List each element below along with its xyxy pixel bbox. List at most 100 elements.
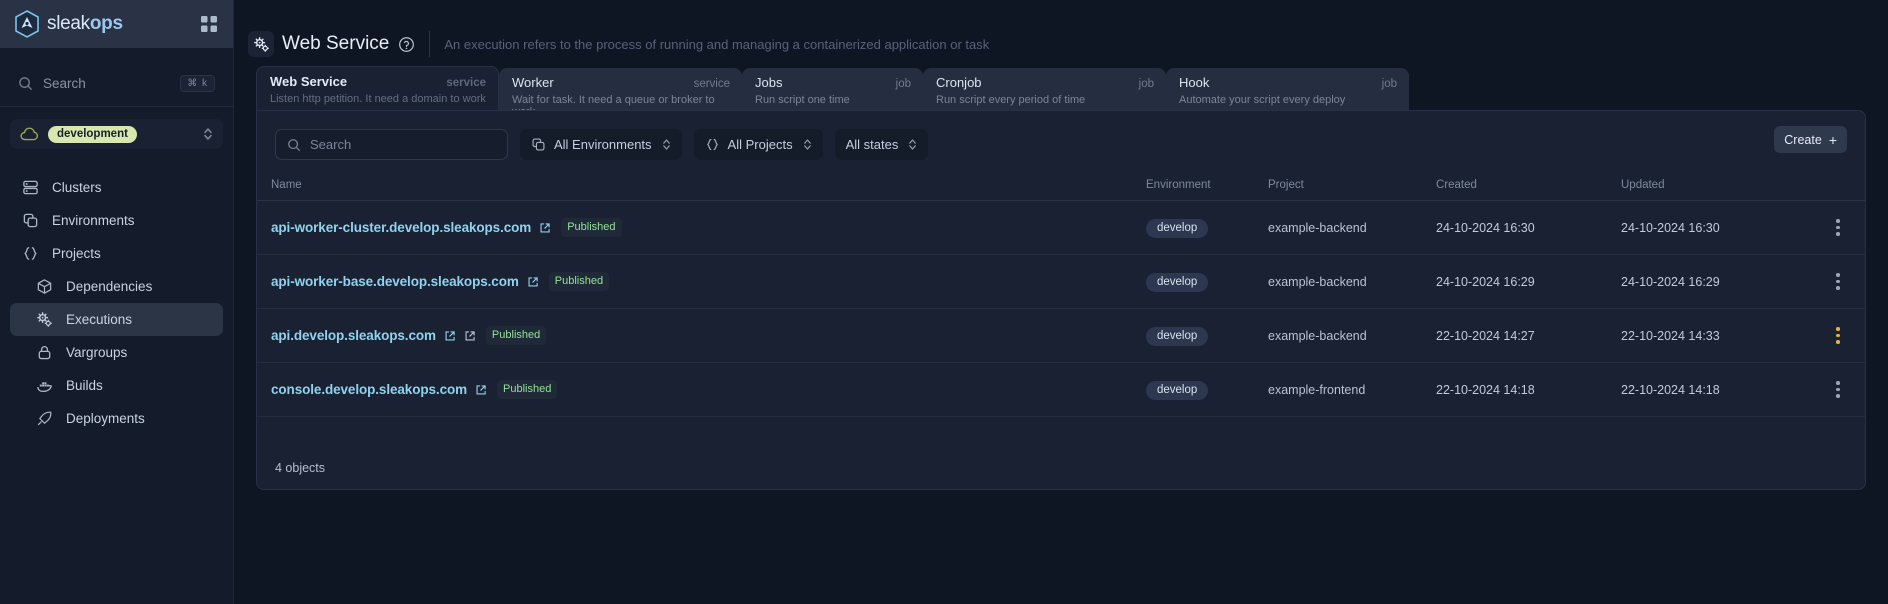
- status-badge: Published: [485, 326, 547, 345]
- search-icon: [19, 77, 33, 91]
- environments-filter[interactable]: All Environments: [520, 129, 682, 160]
- table-row[interactable]: api.develop.sleakops.com Published devel…: [257, 308, 1865, 363]
- dot: [1836, 273, 1840, 277]
- sidebar-item-label: Dependencies: [66, 279, 153, 294]
- row-name-cell: api-worker-base.develop.sleakops.com Pub…: [271, 272, 1146, 291]
- column-header-created: Created: [1436, 179, 1621, 201]
- tab-description: Run script one time: [755, 94, 850, 106]
- execution-type-tabs: Web Service service Listen http petition…: [234, 66, 1888, 118]
- sidebar-item-label: Environments: [52, 213, 135, 228]
- tab-description: Listen http petition. It need a domain t…: [270, 93, 486, 105]
- page-subtitle: An execution refers to the process of ru…: [444, 36, 990, 52]
- row-menu-button[interactable]: [1811, 219, 1865, 236]
- dot: [1836, 279, 1840, 284]
- lock-icon: [38, 346, 51, 360]
- row-menu-button[interactable]: [1811, 273, 1865, 290]
- tab-label: Web Service: [270, 74, 348, 89]
- sidebar-item-label: Executions: [66, 312, 133, 327]
- dot: [1836, 387, 1840, 392]
- execution-link[interactable]: console.develop.sleakops.com: [271, 382, 467, 397]
- updated-cell: 24-10-2024 16:30: [1621, 200, 1811, 255]
- column-header-project: Project: [1268, 179, 1436, 201]
- sidebar: sleakops Search ⌘ k development Clusters…: [0, 0, 234, 604]
- tab-kind: job: [1138, 78, 1154, 90]
- sidebar-item-label: Projects: [52, 246, 101, 261]
- braces-icon: [24, 247, 37, 260]
- server-icon: [23, 180, 38, 195]
- executions-table: Name Environment Project Created Updated…: [257, 179, 1865, 417]
- execution-link[interactable]: api-worker-base.develop.sleakops.com: [271, 274, 519, 289]
- cube-icon: [37, 279, 52, 294]
- tab-hook[interactable]: Hook job Automate your script every depl…: [1166, 68, 1409, 110]
- row-name-cell: api-worker-cluster.develop.sleakops.com …: [271, 218, 1146, 237]
- page-title: Web Service: [282, 33, 390, 54]
- external-link-icon[interactable]: [444, 330, 456, 342]
- sidebar-item-dependencies[interactable]: Dependencies: [10, 270, 223, 303]
- dot: [1836, 225, 1840, 230]
- chevron-up-down-icon: [803, 139, 811, 150]
- states-filter[interactable]: All states: [834, 129, 929, 160]
- tab-cronjob[interactable]: Cronjob job Run script every period of t…: [923, 68, 1166, 110]
- status-badge: Published: [548, 272, 610, 291]
- tab-web-service[interactable]: Web Service service Listen http petition…: [256, 66, 499, 110]
- column-header-name: Name: [257, 179, 1146, 201]
- sidebar-item-label: Vargroups: [66, 345, 128, 360]
- project-cell: example-backend: [1268, 308, 1436, 363]
- external-link-icon[interactable]: [464, 330, 476, 342]
- search-icon: [288, 138, 301, 151]
- sidebar-item-projects[interactable]: Projects: [10, 237, 223, 270]
- copy-icon: [532, 138, 545, 151]
- header-divider: [429, 31, 431, 57]
- dot: [1836, 219, 1840, 223]
- table-header: Name Environment Project Created Updated: [257, 179, 1865, 201]
- search-placeholder: Search: [310, 137, 352, 152]
- brand-logo[interactable]: sleakops: [14, 10, 123, 38]
- tab-kind: service: [693, 78, 730, 90]
- projects-filter[interactable]: All Projects: [693, 129, 823, 160]
- sidebar-item-executions[interactable]: Executions: [10, 303, 223, 336]
- status-badge: Published: [561, 218, 622, 237]
- dot: [1836, 381, 1840, 385]
- question-circle-icon[interactable]: [398, 36, 415, 53]
- chevron-up-down-icon: [909, 139, 917, 150]
- environment-badge: develop: [1146, 380, 1209, 400]
- execution-link[interactable]: api-worker-cluster.develop.sleakops.com: [271, 220, 531, 235]
- execution-link[interactable]: api.develop.sleakops.com: [271, 328, 436, 343]
- sidebar-item-deployments[interactable]: Deployments: [10, 402, 223, 435]
- sidebar-item-vargroups[interactable]: Vargroups: [10, 336, 223, 369]
- environment-badge: develop: [1146, 326, 1209, 346]
- sidebar-item-label: Builds: [66, 378, 103, 393]
- sidebar-item-clusters[interactable]: Clusters: [10, 171, 223, 204]
- chevron-up-down-icon: [662, 139, 670, 150]
- tab-description: Run script every period of time: [936, 94, 1086, 106]
- executions-panel: Search All Environments All Projects All…: [256, 110, 1866, 490]
- table-row[interactable]: api-worker-base.develop.sleakops.com Pub…: [257, 254, 1865, 309]
- brand-name-bold: ops: [89, 13, 123, 34]
- sidebar-search[interactable]: Search ⌘ k: [0, 61, 233, 107]
- sidebar-search-placeholder: Search: [43, 76, 86, 91]
- external-link-icon[interactable]: [539, 222, 551, 234]
- row-menu-button[interactable]: [1811, 381, 1865, 398]
- row-menu-button[interactable]: [1811, 327, 1865, 344]
- tab-jobs[interactable]: Jobs job Run script one time: [742, 68, 923, 110]
- search-input[interactable]: Search: [275, 129, 508, 160]
- tab-worker[interactable]: Worker service Wait for task. It need a …: [499, 68, 742, 118]
- sidebar-item-builds[interactable]: Builds: [10, 369, 223, 402]
- grid-icon[interactable]: [199, 14, 219, 34]
- table-row[interactable]: console.develop.sleakops.com Published d…: [257, 362, 1865, 417]
- environment-badge: develop: [1146, 272, 1209, 292]
- environment-selector[interactable]: development: [10, 119, 223, 149]
- create-button[interactable]: Create +: [1774, 126, 1847, 153]
- column-header-updated: Updated: [1621, 179, 1811, 201]
- created-cell: 22-10-2024 14:18: [1436, 362, 1621, 417]
- tab-kind: job: [1381, 78, 1397, 90]
- sidebar-nav: Clusters Environments Projects Dependenc…: [0, 171, 233, 435]
- sleakops-logo-icon: [15, 10, 39, 38]
- sidebar-item-environments[interactable]: Environments: [10, 204, 223, 237]
- external-link-icon[interactable]: [527, 276, 539, 288]
- external-link-icon[interactable]: [475, 384, 487, 396]
- dot: [1836, 232, 1840, 236]
- cogs-icon: [37, 312, 52, 327]
- updated-cell: 22-10-2024 14:33: [1621, 308, 1811, 363]
- table-row[interactable]: api-worker-cluster.develop.sleakops.com …: [257, 200, 1865, 255]
